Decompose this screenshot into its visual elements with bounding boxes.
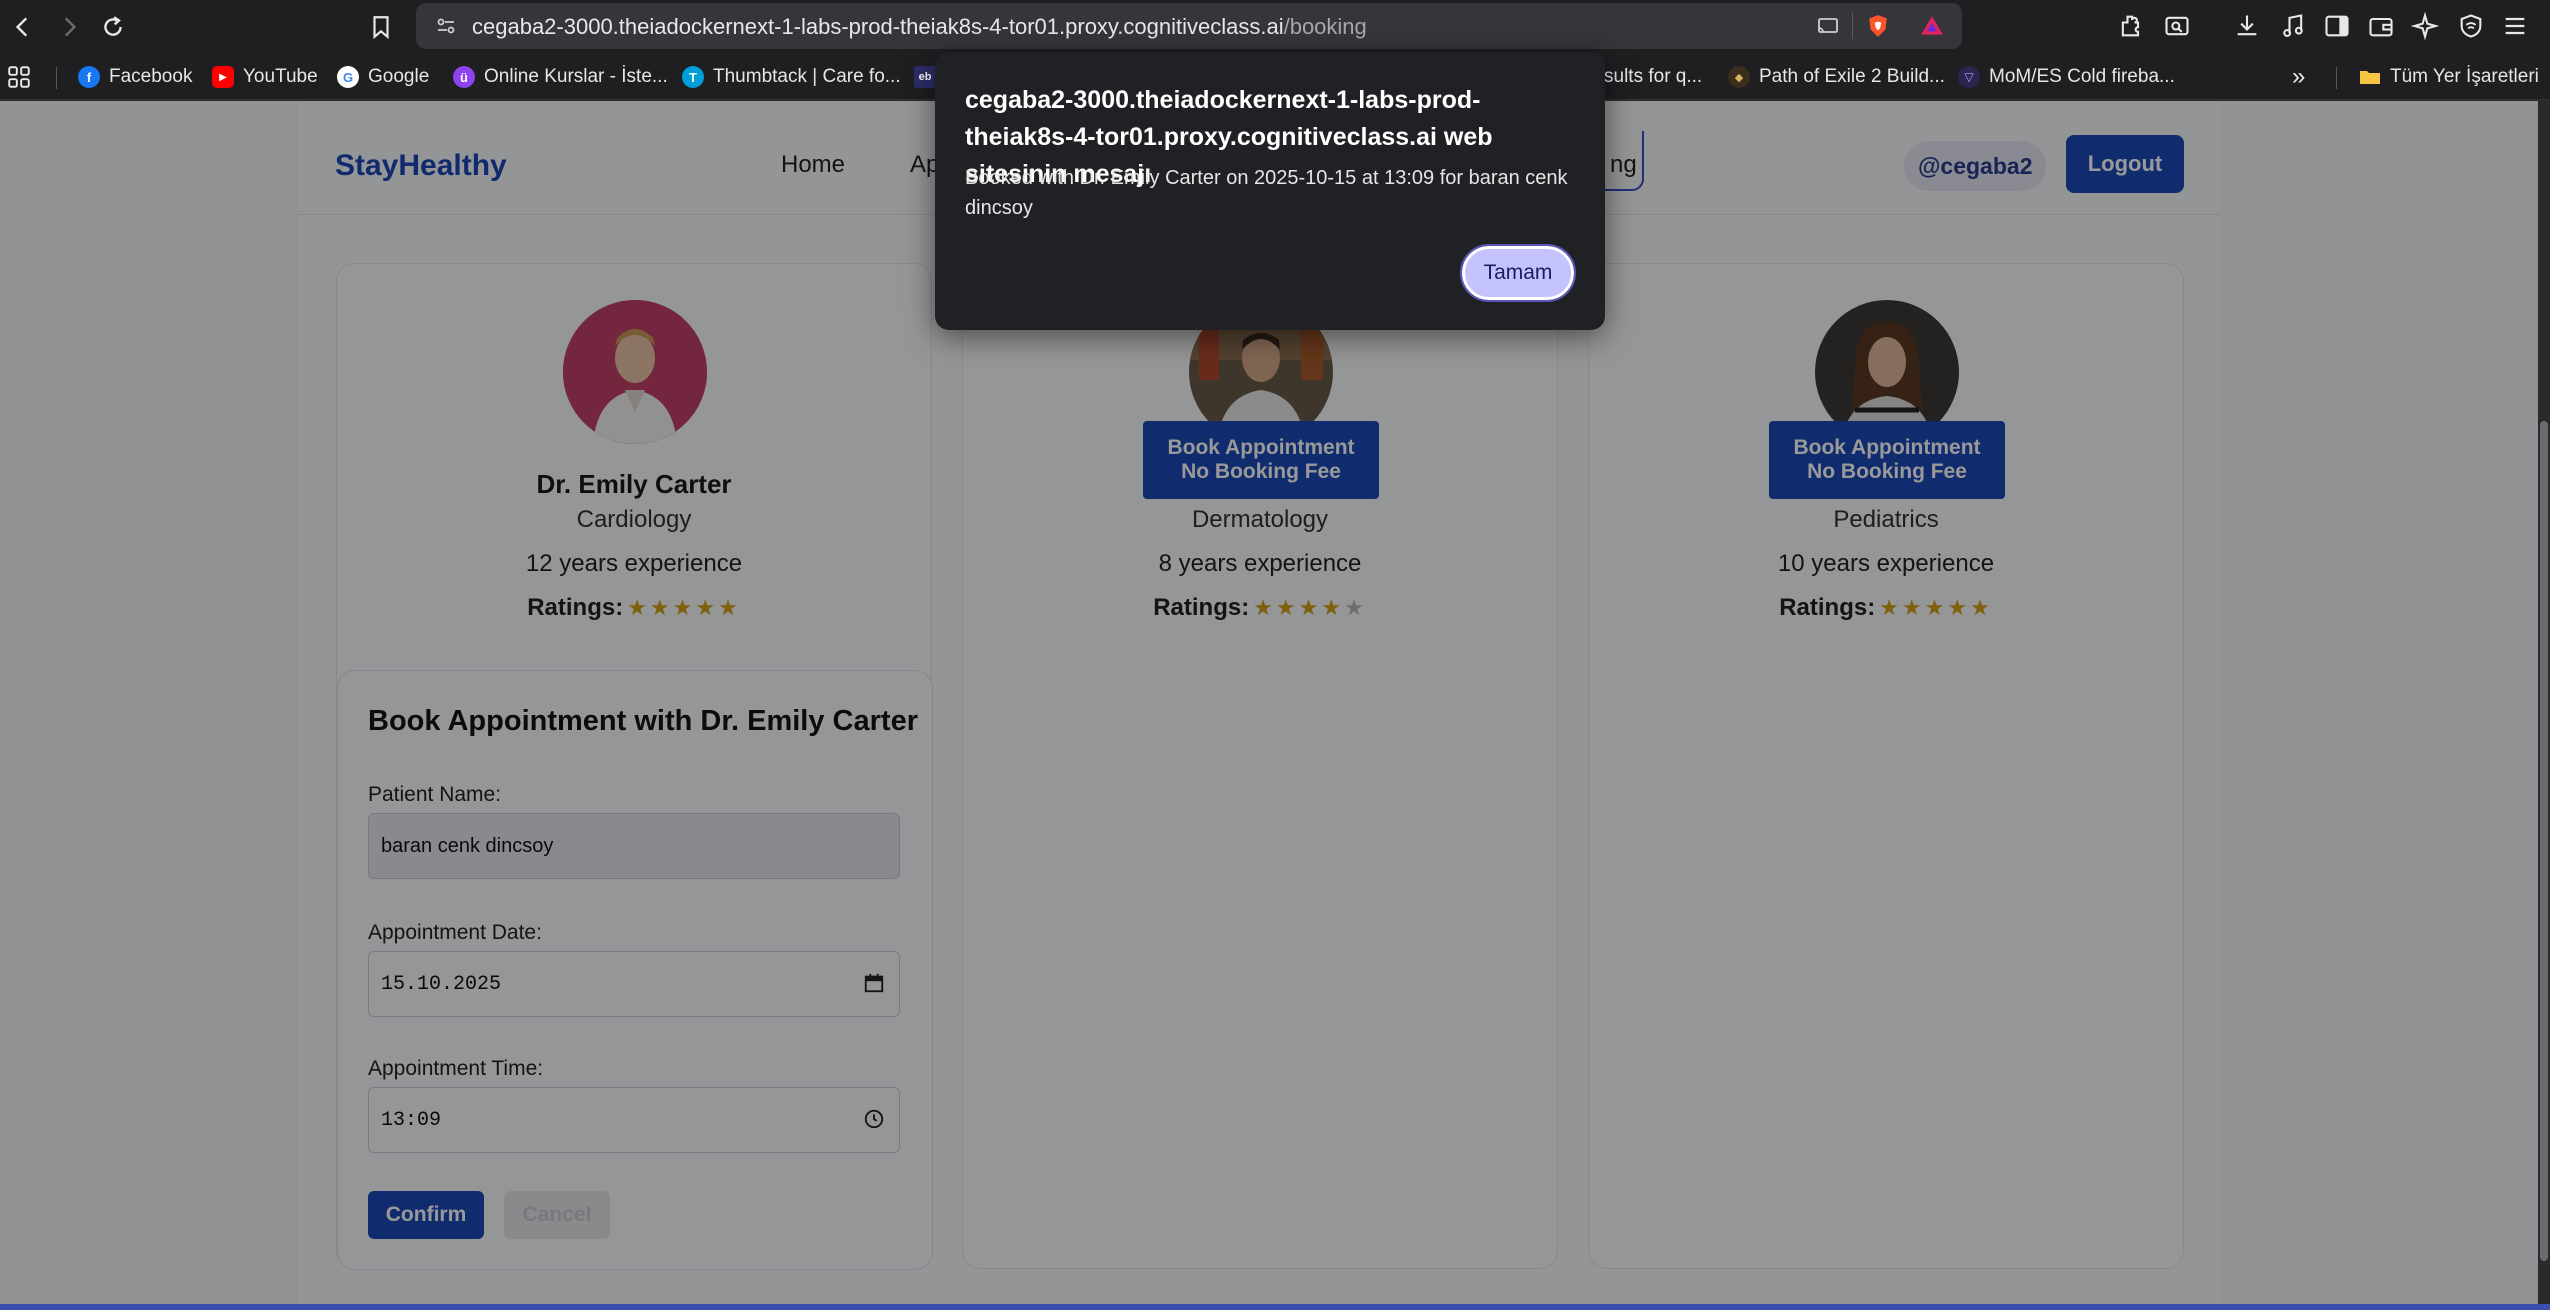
facebook-icon: f (78, 66, 100, 88)
url-divider (1852, 13, 1853, 39)
udemy-icon: ü (453, 66, 475, 88)
bookmark-online-kurslar[interactable]: ü Online Kurslar - İste... (453, 63, 668, 91)
path-of-exile-icon: ◆ (1728, 66, 1750, 88)
leo-icon[interactable] (2410, 11, 2440, 41)
forward-icon[interactable] (50, 8, 88, 46)
mom-es-icon: ▽ (1958, 66, 1980, 88)
bookmark-path-of-exile[interactable]: ◆ Path of Exile 2 Build... (1728, 63, 1945, 91)
thumbtack-icon: T (682, 66, 704, 88)
taskbar-edge (0, 1304, 2550, 1310)
reload-icon[interactable] (94, 8, 132, 46)
vpn-icon[interactable] (2456, 11, 2486, 41)
bookmark-youtube[interactable]: ▶ YouTube (212, 63, 318, 91)
brave-rewards-icon[interactable] (1918, 12, 1946, 40)
extensions-icon[interactable] (2116, 11, 2146, 41)
brave-shield-icon[interactable] (1864, 12, 1892, 40)
bookmark-google[interactable]: G Google (337, 63, 429, 91)
bookmark-facebook[interactable]: f Facebook (78, 63, 192, 91)
wallet-icon[interactable] (2366, 11, 2396, 41)
apps-grid-icon[interactable] (6, 63, 32, 91)
bookmark-search-results[interactable]: sults for q... (1604, 63, 1702, 91)
bookmark-mom-es[interactable]: ▽ MoM/ES Cold fireba... (1958, 63, 2175, 91)
screenshot-icon[interactable] (2162, 11, 2192, 41)
bookmarks-separator (56, 67, 57, 89)
browser-toolbar: cegaba2-3000.theiadockernext-1-labs-prod… (0, 0, 2550, 54)
dialog-ok-button[interactable]: Tamam (1460, 244, 1576, 302)
google-icon: G (337, 66, 359, 88)
cast-icon[interactable] (1814, 12, 1842, 40)
address-bar[interactable]: cegaba2-3000.theiadockernext-1-labs-prod… (416, 3, 1962, 49)
bookmark-thumbtack[interactable]: T Thumbtack | Care fo... (682, 63, 901, 91)
url-text: cegaba2-3000.theiadockernext-1-labs-prod… (472, 14, 1367, 39)
downloads-icon[interactable] (2232, 11, 2262, 41)
folder-icon (2360, 71, 2380, 84)
bookmark-favicon: eb (914, 66, 936, 88)
dialog-message: Booked with Dr. Emily Carter on 2025-10-… (965, 167, 1568, 219)
menu-icon[interactable] (2500, 11, 2530, 41)
page-scrollbar[interactable] (2538, 101, 2550, 1304)
scrollbar-thumb[interactable] (2540, 421, 2548, 1261)
bookmarks-overflow-icon[interactable]: » (2292, 63, 2305, 91)
all-bookmarks-folder[interactable]: Tüm Yer İşaretleri (2358, 63, 2539, 91)
bookmark-icon[interactable] (362, 8, 400, 46)
youtube-icon: ▶ (212, 66, 234, 88)
bookmarks-separator-right (2336, 67, 2337, 89)
site-settings-icon[interactable] (432, 12, 460, 40)
back-icon[interactable] (4, 8, 42, 46)
alert-dialog: cegaba2-3000.theiadockernext-1-labs-prod… (935, 52, 1605, 330)
media-icon[interactable] (2278, 11, 2308, 41)
sidebar-icon[interactable] (2322, 11, 2352, 41)
